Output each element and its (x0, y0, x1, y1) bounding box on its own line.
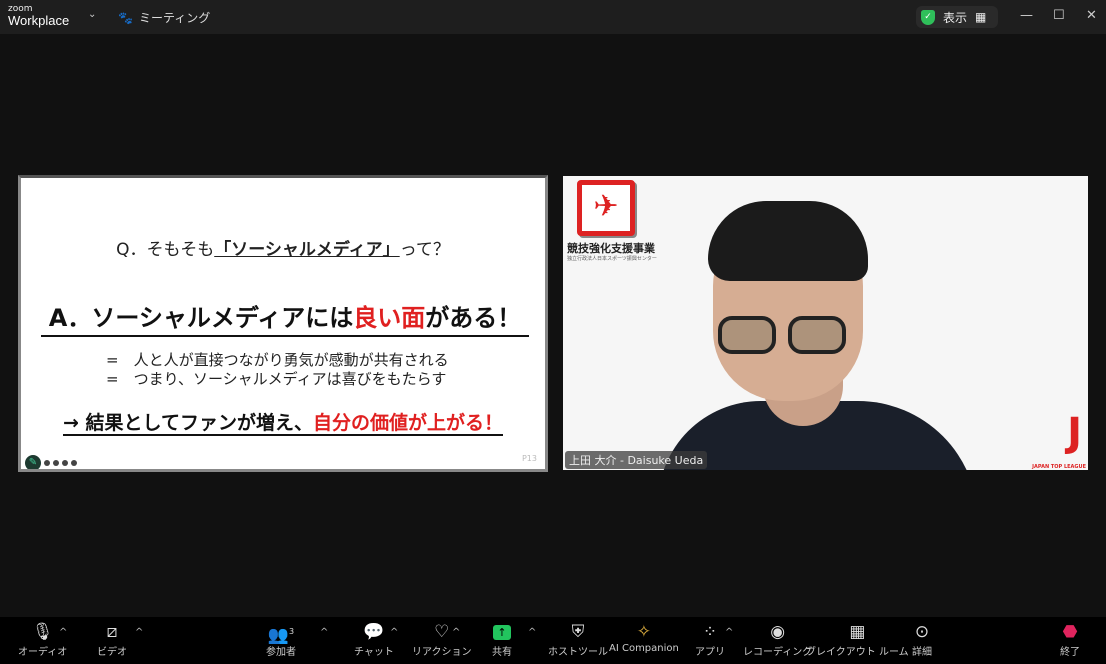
minimize-button[interactable]: — (1020, 8, 1033, 23)
record-button[interactable]: ◉ レコーディング (743, 621, 812, 658)
breakout-rooms-button[interactable]: ▦ ブレイクアウト ルーム (806, 621, 909, 658)
answer-highlight: 良い面 (353, 304, 426, 332)
sparkle-icon: ✧ (636, 622, 652, 642)
participant-name: 上田 大介 - Daisuke Ueda (565, 451, 708, 469)
video-off-icon: ⧄ (106, 622, 118, 642)
grid-icon: ▦ (975, 10, 987, 24)
shared-slide: Q．そもそも「ソーシャルメディア」って？ A．ソーシャルメディアには良い面がある… (18, 175, 548, 472)
breakout-grid-icon: ▦ (849, 622, 866, 642)
close-button[interactable]: ✕ (1086, 8, 1097, 23)
end-button[interactable]: ⬣ 終了 (1060, 621, 1080, 658)
question-end: って？ (399, 240, 450, 260)
view-button[interactable]: ✓ 表示 ▦ (916, 6, 998, 28)
slide-bullet: = 人と人が直接つながり勇気が感動が共有される (106, 351, 449, 369)
reactions-button[interactable]: ♡ リアクション (412, 621, 472, 658)
audio-label: オーディオ (18, 647, 68, 658)
annotation-toolbar[interactable]: ✎ (25, 455, 77, 469)
question-text: Q．そもそも (116, 240, 215, 260)
video-button[interactable]: ⧄ ビデオ (97, 621, 127, 658)
meeting-toolbar: 🎙︎ オーディオ ^ ⧄ ビデオ ^ 👥3 参加者 ^ 💬 チャット ^ ♡ リアクション… (0, 617, 1106, 664)
slide-bullet: = つまり、ソーシャルメディアは喜びをもたらす (106, 370, 447, 388)
host-shield-icon: ⛨ (571, 622, 585, 642)
more-dots-icon: ⊙ (914, 622, 930, 642)
org-name: 競技強化支援事業 (567, 242, 655, 255)
share-arrow-icon: ↑ (493, 625, 511, 640)
participants-icon: 👥3 (267, 625, 295, 646)
pen-icon[interactable]: ✎ (25, 455, 41, 469)
share-label: 共有 (492, 647, 512, 658)
meeting-label: ミーティング (138, 11, 211, 25)
record-label: レコーディング (743, 647, 813, 658)
end-label: 終了 (1060, 647, 1080, 658)
apps-button[interactable]: ⁘ アプリ (695, 621, 725, 658)
result-highlight: 自分の価値が上がる！ (312, 412, 503, 434)
chat-button[interactable]: 💬 チャット (354, 621, 394, 658)
page-number: P13 (521, 454, 537, 463)
slide-result: → 結果としてファンが増え、自分の価値が上がる！ (21, 408, 545, 436)
glasses (788, 316, 846, 354)
participants-label: 参加者 (266, 647, 296, 658)
slide-answer: A．ソーシャルメディアには良い面がある！ (41, 298, 529, 337)
view-label: 表示 (943, 10, 968, 25)
more-label: 詳細 (912, 647, 932, 658)
tool-icon[interactable] (71, 460, 77, 466)
video-caret[interactable]: ^ (135, 627, 143, 638)
end-x-icon: ⬣ (1062, 622, 1078, 642)
more-button[interactable]: ⊙ 詳細 (912, 621, 932, 658)
ai-label: AI Companion (609, 643, 679, 654)
chat-caret[interactable]: ^ (390, 627, 398, 638)
apps-caret[interactable]: ^ (725, 627, 733, 638)
chevron-down-icon[interactable]: ⌄ (88, 9, 96, 20)
meeting-tab[interactable]: 🐾 ミーティング (118, 9, 210, 26)
mic-muted-icon: 🎙︎ (31, 622, 54, 642)
slide-question: Q．そもそも「ソーシャルメディア」って？ (21, 235, 545, 260)
result-text: → 結果としてファンが増え、 (63, 412, 313, 434)
host-tools-button[interactable]: ⛨ ホストツール (548, 621, 608, 658)
heart-icon: ♡ (434, 622, 450, 642)
video-label: ビデオ (97, 647, 127, 658)
participant-count: 3 (289, 627, 295, 636)
league-logo-icon: J (1067, 410, 1082, 456)
audio-caret[interactable]: ^ (59, 627, 67, 638)
reactions-label: リアクション (412, 647, 472, 658)
participant-video[interactable]: ✈ 競技強化支援事業 独立行政法人日本スポーツ振興センター J JAPAN TO… (563, 176, 1088, 470)
reactions-caret[interactable]: ^ (452, 627, 460, 638)
brand: Workplace (8, 13, 70, 28)
apps-label: アプリ (695, 647, 725, 658)
record-icon: ◉ (770, 622, 786, 642)
answer-end: がある！ (425, 304, 522, 332)
league-name: JAPAN TOP LEAGUE (1032, 464, 1086, 470)
host-tools-label: ホストツール (548, 647, 608, 658)
question-underlined: 「ソーシャルメディア」 (214, 240, 400, 260)
shield-check-icon[interactable]: ✓ (921, 9, 935, 25)
tool-icon[interactable] (44, 460, 50, 466)
paw-icon: 🐾 (118, 10, 133, 25)
chat-label: チャット (354, 647, 394, 658)
person-hair (708, 201, 868, 281)
jsc-logo-icon: ✈ (577, 180, 635, 236)
org-subname: 独立行政法人日本スポーツ振興センター (567, 256, 657, 262)
title-bar: zoom Workplace ⌄ 🐾 ミーティング ✓ 表示 ▦ — ☐ ✕ (0, 0, 1106, 34)
apps-icon: ⁘ (702, 622, 718, 642)
maximize-button[interactable]: ☐ (1053, 8, 1065, 23)
tool-icon[interactable] (62, 460, 68, 466)
participants-button[interactable]: 👥3 参加者 (266, 621, 296, 658)
answer-text: A．ソーシャルメディアには (48, 304, 354, 332)
breakout-label: ブレイクアウト ルーム (806, 647, 909, 658)
participants-caret[interactable]: ^ (320, 627, 328, 638)
zoom-logo: zoom Workplace (8, 5, 70, 28)
ai-companion-button[interactable]: ✧ AI Companion (609, 621, 679, 654)
glasses (718, 316, 776, 354)
tool-icon[interactable] (53, 460, 59, 466)
share-caret[interactable]: ^ (528, 627, 536, 638)
share-button[interactable]: ↑ 共有 (492, 621, 512, 658)
chat-icon: 💬 (363, 622, 385, 642)
